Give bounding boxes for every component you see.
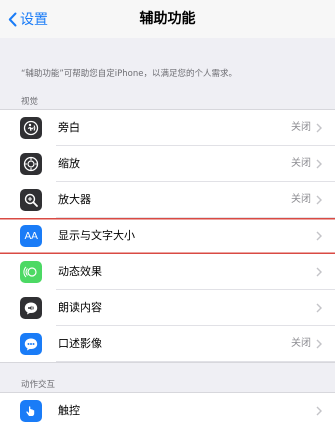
row-motion[interactable]: 动态效果 [0,254,335,290]
audio-description-icon [20,333,42,355]
row-label: 旁白 [58,121,80,134]
chevron-right-icon [316,123,322,133]
row-display-text-size[interactable]: AA 显示与文字大小 [0,218,335,254]
row-value: 关闭 [291,158,311,169]
row-audio-description[interactable]: 口述影像 关闭 [0,326,335,362]
row-label: 触控 [58,404,80,417]
chevron-right-icon [316,339,322,349]
row-zoom[interactable]: 缩放 关闭 [0,146,335,182]
row-touch[interactable]: 触控 [0,393,335,429]
row-voiceover[interactable]: 旁白 关闭 [0,110,335,146]
chevron-right-icon [316,231,322,241]
page-description: “辅助功能”可帮助您自定iPhone，以满足您的个人需求。 [21,69,238,79]
magnifier-icon [20,189,42,211]
row-label: 口述影像 [58,337,102,350]
navigation-bar: 设置 辅助功能 [0,0,335,38]
row-spoken-content[interactable]: 朗读内容 [0,290,335,326]
row-value: 关闭 [291,194,311,205]
chevron-right-icon [316,195,322,205]
text-size-icon: AA [20,225,42,247]
interaction-settings-list: 触控 [0,392,335,429]
row-label: 朗读内容 [58,301,102,314]
row-label: 放大器 [58,193,91,206]
page-title: 辅助功能 [139,11,196,27]
row-magnifier[interactable]: 放大器 关闭 [0,182,335,218]
section-header-vision: 视觉 [21,97,39,107]
chevron-right-icon [316,406,322,416]
vision-settings-list: 旁白 关闭 缩放 关闭 放大器 关闭 AA 显示与文字大小 动态效果 朗读内容 … [0,109,335,363]
row-value: 关闭 [291,338,311,349]
row-label: 显示与文字大小 [58,229,135,242]
chevron-right-icon [316,267,322,277]
voiceover-icon [20,117,42,139]
zoom-icon [20,153,42,175]
section-header-interaction: 动作交互 [21,380,56,390]
touch-icon [20,400,42,422]
row-label: 缩放 [58,157,80,170]
chevron-right-icon [316,303,322,313]
row-value: 关闭 [291,122,311,133]
motion-icon [20,261,42,283]
spoken-content-icon [20,297,42,319]
row-label: 动态效果 [58,265,102,278]
chevron-right-icon [316,159,322,169]
